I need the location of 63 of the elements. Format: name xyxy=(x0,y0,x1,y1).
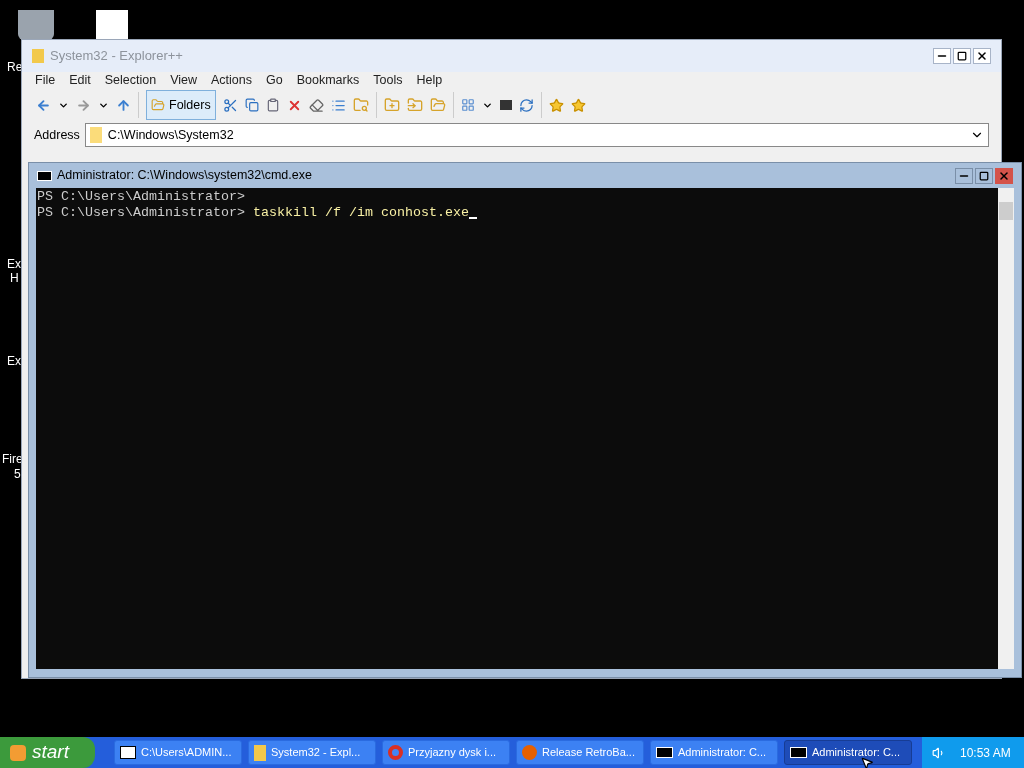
star-icon[interactable] xyxy=(570,97,586,113)
console-icon xyxy=(790,747,807,758)
menu-item[interactable]: View xyxy=(170,70,197,90)
close-icon xyxy=(976,50,988,62)
desktop-icon-label: 5 xyxy=(14,466,21,483)
console-icon[interactable] xyxy=(499,100,512,110)
menu-item[interactable]: Go xyxy=(266,70,283,90)
menu-item[interactable]: Tools xyxy=(373,70,403,90)
eraser-icon[interactable] xyxy=(308,97,324,113)
menu-item[interactable]: File xyxy=(35,70,56,90)
close-icon xyxy=(998,169,1010,182)
console-icon xyxy=(656,747,673,758)
scissors-icon[interactable] xyxy=(222,97,238,113)
menu-item[interactable]: Help xyxy=(416,70,443,90)
forward-arrow-icon[interactable] xyxy=(76,97,91,113)
scrollbar[interactable] xyxy=(998,188,1014,669)
desktop-icon-label: Re xyxy=(7,59,23,76)
mouse-pointer-icon xyxy=(860,756,874,768)
maximize-icon xyxy=(979,170,989,181)
desktop-icon-label: Ex xyxy=(7,353,21,370)
window-title: System32 - Explorer++ xyxy=(50,47,183,66)
maximize-button[interactable] xyxy=(975,167,993,184)
address-field[interactable]: C:\Windows\System32 xyxy=(84,123,989,147)
console-prompt: PS C:\Users\Administrator> xyxy=(37,189,245,205)
folder-icon xyxy=(89,127,102,143)
folder-input-icon[interactable] xyxy=(406,97,423,113)
folder-icon xyxy=(151,98,165,112)
star-icon[interactable] xyxy=(548,97,564,113)
taskbar-button[interactable]: Release RetroBa... xyxy=(516,740,644,765)
desktop-icon-label: Ex xyxy=(7,256,21,273)
taskbar-button[interactable]: C:\Users\ADMIN... xyxy=(114,740,242,765)
folder-icon xyxy=(32,49,44,63)
close-button[interactable] xyxy=(973,48,991,64)
menu-item[interactable]: Actions xyxy=(211,70,252,90)
clock: 10:53 AM xyxy=(960,744,1011,762)
menu-item[interactable]: Selection xyxy=(104,70,157,90)
window-title: Administrator: C:\Windows\system32\cmd.exe xyxy=(57,167,312,185)
taskbar-button[interactable]: Administrator: C... xyxy=(784,740,912,765)
refresh-icon[interactable] xyxy=(518,97,534,113)
close-button[interactable] xyxy=(995,167,1013,184)
address-label: Address xyxy=(34,126,80,144)
taskbar-button[interactable]: System32 - Expl... xyxy=(248,740,376,765)
console-icon xyxy=(37,170,52,181)
taskbar-button[interactable]: Przyjazny dysk i... xyxy=(382,740,510,765)
console-command: taskkill /f /im conhost.exe xyxy=(251,205,469,221)
start-button[interactable]: start xyxy=(0,737,95,768)
list-icon[interactable] xyxy=(330,97,346,113)
folder-icon xyxy=(254,744,266,761)
text-cursor xyxy=(468,217,477,219)
desktop-icon-label: H xyxy=(10,270,19,287)
folders-button[interactable]: Folders xyxy=(146,90,216,120)
copy-icon[interactable] xyxy=(244,98,259,112)
clipboard-icon[interactable] xyxy=(265,98,280,112)
file-icon[interactable] xyxy=(96,10,128,40)
menu-item[interactable]: Bookmarks xyxy=(296,70,360,90)
minimize-button[interactable] xyxy=(933,48,951,64)
minimize-button[interactable] xyxy=(955,167,973,184)
taskbar-button[interactable]: Administrator: C... xyxy=(650,740,778,765)
maximize-button[interactable] xyxy=(953,48,971,64)
maximize-icon xyxy=(957,51,967,61)
menu-item[interactable]: Edit xyxy=(69,70,91,90)
grid-icon[interactable] xyxy=(460,98,475,112)
console-prompt: PS C:\Users\Administrator> xyxy=(37,205,245,221)
